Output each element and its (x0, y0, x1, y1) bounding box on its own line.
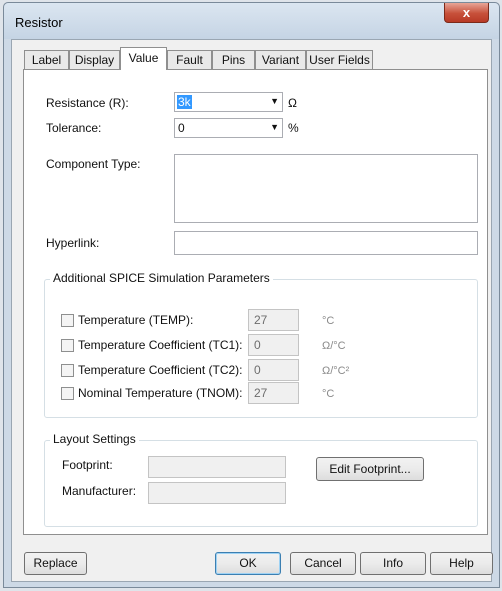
component-type-label: Component Type: (46, 157, 141, 171)
info-button[interactable]: Info (360, 552, 426, 575)
temp-value: 27 (254, 313, 268, 327)
resistance-value: 3k (177, 95, 192, 109)
edit-footprint-button[interactable]: Edit Footprint... (316, 457, 424, 481)
tnom-checkbox[interactable] (61, 387, 74, 400)
tab-display[interactable]: Display (69, 50, 120, 69)
temp-label: Temperature (TEMP): (78, 313, 194, 327)
tnom-value: 27 (254, 386, 268, 400)
tc2-checkbox[interactable] (61, 364, 74, 377)
tc1-checkbox[interactable] (61, 339, 74, 352)
tab-label[interactable]: Label (24, 50, 69, 69)
layout-group-title: Layout Settings (50, 432, 139, 446)
chevron-down-icon: ▼ (270, 96, 279, 106)
component-type-textarea[interactable] (174, 154, 478, 223)
temp-checkbox[interactable] (61, 314, 74, 327)
footprint-input[interactable] (148, 456, 286, 478)
tc1-input[interactable]: 0 (248, 334, 299, 356)
tc1-unit: Ω/°C (322, 340, 346, 352)
spice-group-title: Additional SPICE Simulation Parameters (50, 271, 273, 285)
tc2-label: Temperature Coefficient (TC2): (78, 363, 243, 377)
tab-value[interactable]: Value (120, 47, 167, 70)
tnom-input[interactable]: 27 (248, 382, 299, 404)
cancel-button[interactable]: Cancel (290, 552, 356, 575)
manufacturer-label: Manufacturer: (62, 484, 137, 498)
tc2-value: 0 (254, 363, 261, 377)
tolerance-value: 0 (178, 121, 185, 135)
replace-button[interactable]: Replace (24, 552, 87, 575)
tab-pins[interactable]: Pins (212, 50, 255, 69)
chevron-down-icon: ▼ (270, 122, 279, 132)
resistance-unit: Ω (288, 96, 297, 110)
tc1-value: 0 (254, 338, 261, 352)
tolerance-unit: % (288, 121, 299, 135)
title-bar[interactable]: Resistor x (4, 3, 499, 39)
ok-button[interactable]: OK (215, 552, 281, 575)
tnom-unit: °C (322, 388, 335, 400)
manufacturer-input[interactable] (148, 482, 286, 504)
window-title: Resistor (15, 15, 63, 30)
tc1-label: Temperature Coefficient (TC1): (78, 338, 243, 352)
tab-user-fields[interactable]: User Fields (306, 50, 373, 69)
resistance-dropdown[interactable]: 3k ▼ (174, 92, 283, 112)
tab-variant[interactable]: Variant (255, 50, 306, 69)
tnom-label: Nominal Temperature (TNOM): (78, 386, 243, 400)
tc2-input[interactable]: 0 (248, 359, 299, 381)
hyperlink-input[interactable] (174, 231, 478, 255)
tc2-unit: Ω/°C² (322, 365, 350, 377)
close-button[interactable]: x (444, 3, 489, 23)
tolerance-label: Tolerance: (46, 121, 102, 135)
resistance-label: Resistance (R): (46, 96, 129, 110)
footprint-label: Footprint: (62, 458, 113, 472)
tolerance-dropdown[interactable]: 0 ▼ (174, 118, 283, 138)
temp-input[interactable]: 27 (248, 309, 299, 331)
close-icon: x (462, 5, 471, 20)
tab-fault[interactable]: Fault (167, 50, 212, 69)
help-button[interactable]: Help (430, 552, 493, 575)
temp-unit: °C (322, 315, 335, 327)
hyperlink-label: Hyperlink: (46, 236, 100, 250)
